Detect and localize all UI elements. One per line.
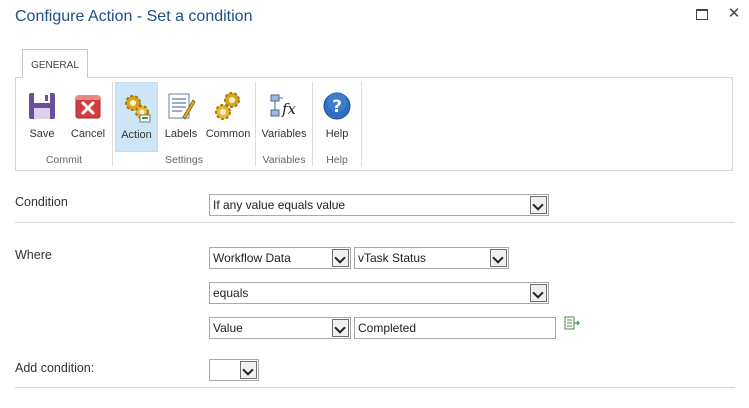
help-label: Help [325,128,349,140]
common-label: Common [205,128,251,140]
action-button[interactable]: Action [115,82,158,152]
group-divider [361,82,362,166]
maximize-icon[interactable] [694,6,710,22]
close-icon[interactable]: ✕ [726,6,742,22]
where-source-select[interactable]: Workflow Data [209,247,351,269]
where-label: Where [15,248,52,262]
divider [15,387,735,388]
chevron-down-icon[interactable] [530,196,547,214]
divider [15,222,735,223]
chevron-down-icon[interactable] [332,249,349,267]
value-type-value: Value [213,321,243,335]
tab-general[interactable]: GENERAL [22,49,88,78]
add-condition-label: Add condition: [15,361,95,375]
operator-value: equals [213,286,249,300]
dialog-title: Configure Action - Set a condition [15,8,253,25]
cancel-icon [75,95,101,119]
labels-icon [168,93,196,120]
value-input[interactable] [354,317,556,339]
condition-select[interactable]: If any value equals value [209,194,549,216]
group-label-commit: Commit [45,154,83,166]
save-button[interactable]: Save [20,82,64,148]
variables-fx-icon: fx [270,94,297,118]
condition-label: Condition [15,195,68,209]
group-label-settings: Settings [165,154,203,166]
common-gears-icon [215,92,240,120]
common-button[interactable]: Common [204,82,252,148]
where-variable-value: vTask Status [358,251,427,265]
insert-reference-icon[interactable] [564,316,580,330]
cancel-label: Cancel [70,128,106,140]
labels-label: Labels [164,128,198,140]
add-condition-select[interactable] [209,359,259,381]
chevron-down-icon[interactable] [490,249,507,267]
help-button[interactable]: ? Help [316,82,358,148]
value-type-select[interactable]: Value [209,317,351,339]
chevron-down-icon[interactable] [240,361,257,379]
svg-text:?: ? [332,97,342,117]
chevron-down-icon[interactable] [530,284,547,302]
group-label-help: Help [326,154,348,166]
action-gears-icon [124,95,150,123]
variables-label: Variables [261,128,307,140]
save-label: Save [29,128,55,140]
group-label-variables: Variables [262,154,306,166]
operator-select[interactable]: equals [209,282,549,304]
svg-text:fx: fx [281,100,297,118]
where-source-value: Workflow Data [213,251,291,265]
help-icon: ? [323,92,351,120]
cancel-button[interactable]: Cancel [66,82,110,148]
where-variable-select[interactable]: vTask Status [354,247,509,269]
chevron-down-icon[interactable] [332,319,349,337]
save-icon [29,93,55,119]
condition-select-value: If any value equals value [213,198,346,212]
ribbon: Save Cancel Commit Action Labels Common … [15,77,733,171]
labels-button[interactable]: Labels [160,82,202,148]
action-label: Action [121,129,152,141]
variables-button[interactable]: fx Variables [259,82,309,148]
